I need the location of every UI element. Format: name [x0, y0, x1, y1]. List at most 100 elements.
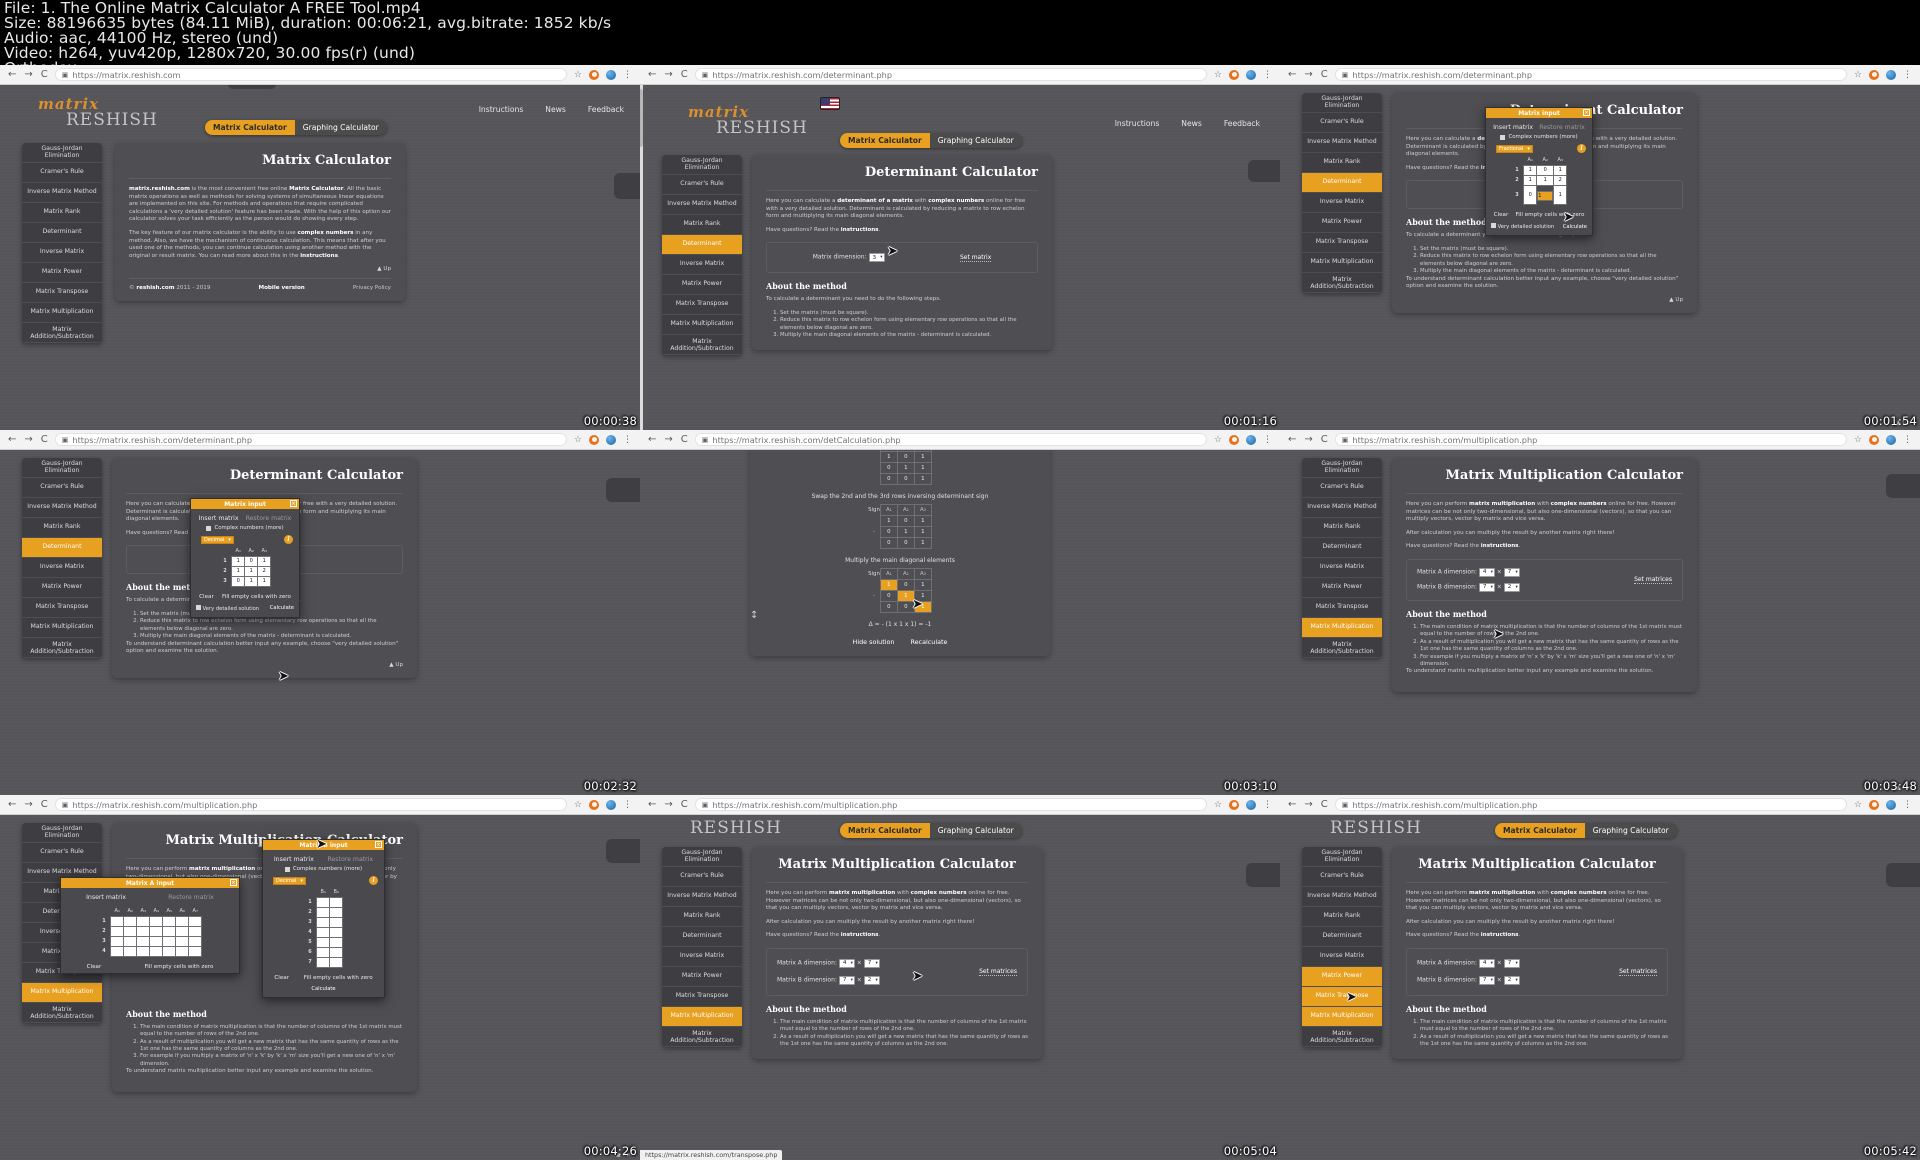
matrix-cell[interactable]: [137, 926, 150, 936]
matrix-cell[interactable]: [163, 936, 176, 946]
matrix-cell[interactable]: [111, 926, 124, 936]
number-mode-select[interactable]: Fractional ▾: [1496, 145, 1533, 153]
sidebar-item-matrix-addition-subtraction[interactable]: Matrix Addition/Subtraction: [1302, 1027, 1382, 1047]
tab-insert-matrix[interactable]: Insert matrix: [199, 515, 239, 522]
back-icon[interactable]: ←: [648, 800, 656, 810]
matrix-a-input-grid[interactable]: A₁ A₂ A₃ A₄ A₅ A₆ A₇ 1 2 3 4: [98, 906, 203, 957]
home-p2-instructions-link[interactable]: instructions: [300, 253, 338, 259]
calculator-mode-toggle[interactable]: Matrix Calculator Graphing Calculator: [840, 823, 1022, 838]
footer-mobile-version[interactable]: Mobile version: [259, 285, 305, 291]
bookmark-star-icon[interactable]: ☆: [574, 435, 582, 445]
dim-b-cols-select[interactable]: 2▾: [1504, 583, 1520, 592]
sidebar-item-matrix-transpose[interactable]: Matrix Transpose: [1302, 233, 1382, 253]
matrix-cell[interactable]: [330, 907, 343, 917]
matrix-cell[interactable]: [137, 936, 150, 946]
sidebar-menu[interactable]: Gauss-Jordan Elimination Cramer's Rule I…: [662, 155, 742, 355]
calculator-mode-toggle[interactable]: Matrix Calculator Graphing Calculator: [1495, 823, 1677, 838]
forward-icon[interactable]: →: [664, 435, 672, 445]
matrix-cell[interactable]: 0: [245, 556, 258, 566]
browser-nav-buttons[interactable]: ← → C: [8, 435, 48, 445]
footer-privacy-policy[interactable]: Privacy Policy: [353, 285, 391, 291]
matrix-cell[interactable]: 0: [1524, 185, 1537, 205]
matrix-cell[interactable]: [189, 916, 202, 926]
sidebar-item-gauss-jordan[interactable]: Gauss-Jordan Elimination: [22, 143, 102, 163]
sidebar-item-matrix-power[interactable]: Matrix Power: [662, 967, 742, 987]
menu-kebab-icon[interactable]: ⋮: [1263, 801, 1272, 809]
menu-kebab-icon[interactable]: ⋮: [1263, 71, 1272, 79]
sidebar-menu[interactable]: Gauss-Jordan Elimination Cramer's Rule I…: [22, 458, 102, 658]
sidebar-item-matrix-multiplication[interactable]: Matrix Multiplication: [1302, 253, 1382, 273]
mult-instructions-link[interactable]: instructions: [1481, 932, 1519, 938]
address-bar[interactable]: ▣ https://matrix.reshish.com/determinant…: [1335, 68, 1847, 81]
sidebar-item-matrix-addition-subtraction[interactable]: Matrix Addition/Subtraction: [662, 335, 742, 355]
checkbox-icon[interactable]: [206, 526, 211, 531]
dimension-select[interactable]: 3 ▾: [869, 253, 885, 262]
dim-a-rows-select[interactable]: 4▾: [1479, 568, 1495, 577]
extension-blue-icon[interactable]: [1246, 800, 1256, 810]
matrix-input-grid[interactable]: A₁ A₂ A₃ 1 1 0 1 2 1 1 2: [219, 546, 272, 587]
browser-nav-buttons[interactable]: ← → C: [648, 70, 688, 80]
back-icon[interactable]: ←: [8, 800, 16, 810]
tab-matrix-calculator[interactable]: Matrix Calculator: [1495, 823, 1585, 838]
dim-a-cols-select[interactable]: 7▾: [1504, 568, 1520, 577]
sidebar-item-matrix-transpose[interactable]: Matrix Transpose: [662, 295, 742, 315]
sidebar-menu[interactable]: Gauss-Jordan Elimination Cramer's Rule I…: [1302, 847, 1382, 1047]
extension-blue-icon[interactable]: [606, 800, 616, 810]
back-icon[interactable]: ←: [1288, 435, 1296, 445]
resize-handle-icon[interactable]: ↕: [750, 610, 758, 621]
bookmark-star-icon[interactable]: ☆: [1214, 800, 1222, 810]
matrix-cell[interactable]: [176, 946, 189, 956]
address-bar[interactable]: ▣ https://matrix.reshish.com/detCalculat…: [695, 433, 1207, 446]
very-detailed-checkbox[interactable]: Very detailed solution: [1491, 223, 1554, 230]
fill-zero-button[interactable]: Fill empty cells with zero: [304, 975, 373, 981]
address-bar[interactable]: ▣ https://matrix.reshish.com/multiplicat…: [1335, 798, 1847, 811]
dialog-tabs[interactable]: Insert matrix Restore matrix: [263, 850, 384, 866]
forward-icon[interactable]: →: [664, 800, 672, 810]
sidebar-item-matrix-multiplication[interactable]: Matrix Multiplication: [662, 1007, 742, 1027]
sidebar-item-inverse-matrix[interactable]: Inverse Matrix: [22, 558, 102, 578]
matrix-cell[interactable]: [163, 946, 176, 956]
sidebar-menu[interactable]: Gauss-Jordan Elimination Cramer's Rule I…: [1302, 458, 1382, 658]
matrix-cell[interactable]: [176, 926, 189, 936]
dim-b-rows-select[interactable]: 7▾: [1479, 976, 1495, 985]
tab-matrix-calculator[interactable]: Matrix Calculator: [205, 120, 295, 135]
sidebar-item-matrix-transpose[interactable]: Matrix Transpose: [1302, 598, 1382, 618]
menu-kebab-icon[interactable]: ⋮: [1903, 71, 1912, 79]
extension-orange-icon[interactable]: [1869, 435, 1879, 445]
matrix-cell[interactable]: [330, 957, 343, 967]
sidebar-item-gauss-jordan[interactable]: Gauss-Jordan Elimination: [662, 847, 742, 867]
complex-numbers-checkbox[interactable]: Complex numbers (more): [191, 525, 299, 535]
matrix-cell[interactable]: [124, 926, 137, 936]
extension-blue-icon[interactable]: [1886, 70, 1896, 80]
matrix-cell[interactable]: 1: [258, 576, 271, 586]
menu-kebab-icon[interactable]: ⋮: [1263, 436, 1272, 444]
matrix-cell[interactable]: [189, 936, 202, 946]
matrix-cell[interactable]: [317, 927, 330, 937]
matrix-cell[interactable]: [189, 926, 202, 936]
sidebar-item-inverse-matrix-method[interactable]: Inverse Matrix Method: [1302, 133, 1382, 153]
up-link[interactable]: ▲ Up: [1406, 297, 1683, 303]
reload-icon[interactable]: C: [41, 800, 48, 810]
nav-instructions[interactable]: Instructions: [479, 105, 524, 114]
sidebar-item-gauss-jordan[interactable]: Gauss-Jordan Elimination: [22, 823, 102, 843]
dim-a-cols-select[interactable]: 7▾: [864, 959, 880, 968]
address-bar[interactable]: ▣ https://matrix.reshish.com/multiplicat…: [695, 798, 1207, 811]
sidebar-item-matrix-transpose[interactable]: Matrix Transpose: [22, 598, 102, 618]
sidebar-item-matrix-power[interactable]: Matrix Power: [22, 578, 102, 598]
sidebar-item-determinant[interactable]: Determinant: [1302, 173, 1382, 193]
extension-orange-icon[interactable]: [589, 435, 599, 445]
sidebar-item-cramers-rule[interactable]: Cramer's Rule: [1302, 478, 1382, 498]
site-logo[interactable]: matrix RESHISH: [690, 103, 808, 138]
matrix-b-input-dialog[interactable]: Matrix B input × Insert matrix Restore m…: [262, 839, 385, 998]
back-icon[interactable]: ←: [648, 70, 656, 80]
sidebar-item-matrix-rank[interactable]: Matrix Rank: [1302, 518, 1382, 538]
matrix-cell[interactable]: 0: [232, 576, 245, 586]
extension-orange-icon[interactable]: [1229, 435, 1239, 445]
browser-nav-buttons[interactable]: ← → C: [648, 435, 688, 445]
extension-orange-icon[interactable]: [1869, 800, 1879, 810]
matrix-cell[interactable]: 1: [1554, 185, 1567, 205]
dialog-tabs[interactable]: Insert matrix Restore matrix: [1486, 118, 1592, 134]
sidebar-item-matrix-multiplication[interactable]: Matrix Multiplication: [1302, 1007, 1382, 1027]
sidebar-item-determinant[interactable]: Determinant: [22, 223, 102, 243]
tab-matrix-calculator[interactable]: Matrix Calculator: [840, 823, 930, 838]
